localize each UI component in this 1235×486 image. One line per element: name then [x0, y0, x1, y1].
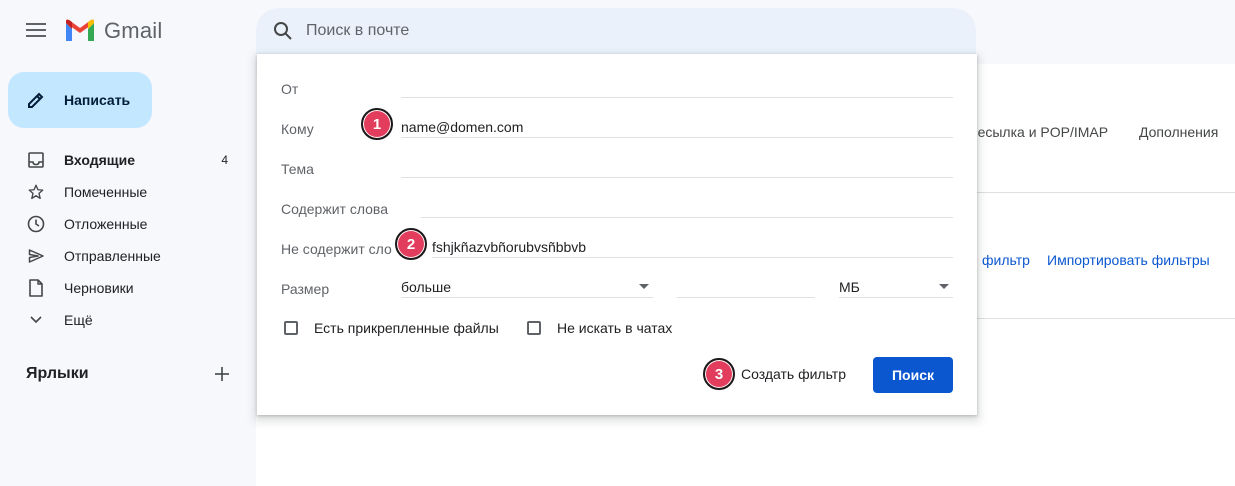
import-filters-link[interactable]: Импортировать фильтры [1047, 252, 1210, 268]
sidebar-item-label: Отложенные [64, 216, 148, 232]
sidebar-item-starred[interactable]: Помеченные [0, 176, 256, 208]
compose-label: Написать [64, 92, 131, 108]
checkbox-box[interactable] [284, 321, 298, 335]
search-filter-dialog: От Кому Тема Содержит слова Не содержит … [257, 54, 977, 415]
doesnt-have-field[interactable] [432, 236, 953, 258]
gmail-m-icon [66, 19, 94, 41]
subject-field[interactable] [401, 156, 953, 178]
gmail-logo[interactable]: Gmail [64, 18, 162, 44]
hamburger-icon [26, 22, 46, 42]
inbox-icon [26, 150, 46, 170]
sidebar-item-more[interactable]: Ещё [0, 304, 256, 336]
size-unit-select[interactable]: МБ [839, 276, 953, 298]
dropdown-caret-icon [639, 284, 649, 289]
subject-input[interactable] [401, 158, 953, 175]
divider [976, 192, 1235, 193]
dont-include-chats-checkbox[interactable]: Не искать в чатах [527, 320, 672, 336]
search-input[interactable] [306, 22, 906, 40]
has-words-field[interactable] [421, 196, 953, 218]
doesnt-have-label: Не содержит сло [281, 241, 392, 257]
sidebar-nav: Входящие 4 Помеченные Отложенные Отправл… [0, 144, 256, 336]
labels-section-header: Ярлыки [26, 364, 232, 384]
search-icon[interactable] [260, 8, 306, 54]
sidebar-item-snoozed[interactable]: Отложенные [0, 208, 256, 240]
clock-icon [26, 214, 46, 234]
doesnt-have-input[interactable] [432, 238, 953, 255]
has-words-input[interactable] [421, 198, 953, 215]
tab-addons[interactable]: Дополнения [1139, 124, 1218, 140]
star-icon [26, 182, 46, 202]
sidebar-item-label: Входящие [64, 152, 135, 168]
main-menu-button[interactable] [18, 14, 54, 50]
divider [976, 318, 1235, 319]
compose-button[interactable]: Написать [8, 72, 152, 128]
sidebar-item-inbox[interactable]: Входящие 4 [0, 144, 256, 176]
pencil-icon [28, 92, 44, 108]
sidebar-item-sent[interactable]: Отправленные [0, 240, 256, 272]
size-operator-value: больше [401, 278, 451, 295]
size-unit-value: МБ [839, 278, 860, 295]
draft-icon [26, 278, 46, 298]
chevron-down-icon [26, 310, 46, 330]
labels-title: Ярлыки [26, 365, 89, 382]
size-label: Размер [281, 281, 330, 297]
step-badge-3: 3 [703, 358, 735, 390]
from-input[interactable] [401, 78, 953, 95]
from-label: От [281, 81, 299, 97]
search-button[interactable]: Поиск [873, 357, 953, 393]
send-icon [26, 246, 46, 266]
step-badge-1: 1 [361, 108, 393, 140]
create-filter-link[interactable]: фильтр [982, 252, 1030, 268]
size-value-field[interactable] [677, 276, 815, 298]
sidebar-item-label: Отправленные [64, 248, 161, 264]
from-field[interactable] [401, 76, 953, 98]
sidebar-item-drafts[interactable]: Черновики [0, 272, 256, 304]
checkbox-box[interactable] [527, 321, 541, 335]
subject-label: Тема [281, 161, 314, 177]
sidebar-item-label: Помеченные [64, 184, 148, 200]
has-attachment-label: Есть прикрепленные файлы [314, 320, 499, 336]
dont-include-chats-label: Не искать в чатах [557, 320, 673, 336]
create-filter-button[interactable]: Создать фильтр [741, 366, 846, 382]
sidebar-item-label: Черновики [64, 280, 134, 296]
step-badge-2: 2 [395, 228, 427, 260]
to-label: Кому [281, 121, 314, 137]
unread-count: 4 [221, 153, 228, 167]
has-attachment-checkbox[interactable]: Есть прикрепленные файлы [284, 320, 499, 336]
sidebar-item-label: Ещё [64, 312, 93, 328]
to-input[interactable] [401, 118, 953, 135]
dropdown-caret-icon [939, 284, 949, 289]
app-title: Gmail [104, 18, 163, 43]
size-value-input[interactable] [677, 278, 815, 295]
has-words-label: Содержит слова [281, 201, 388, 217]
tab-forwarding-pop-imap[interactable]: ересылка и POP/IMAP [962, 124, 1108, 140]
add-label-icon[interactable] [212, 364, 232, 384]
size-operator-select[interactable]: больше [401, 276, 653, 298]
to-field[interactable] [401, 116, 953, 138]
search-bar[interactable] [256, 8, 976, 54]
